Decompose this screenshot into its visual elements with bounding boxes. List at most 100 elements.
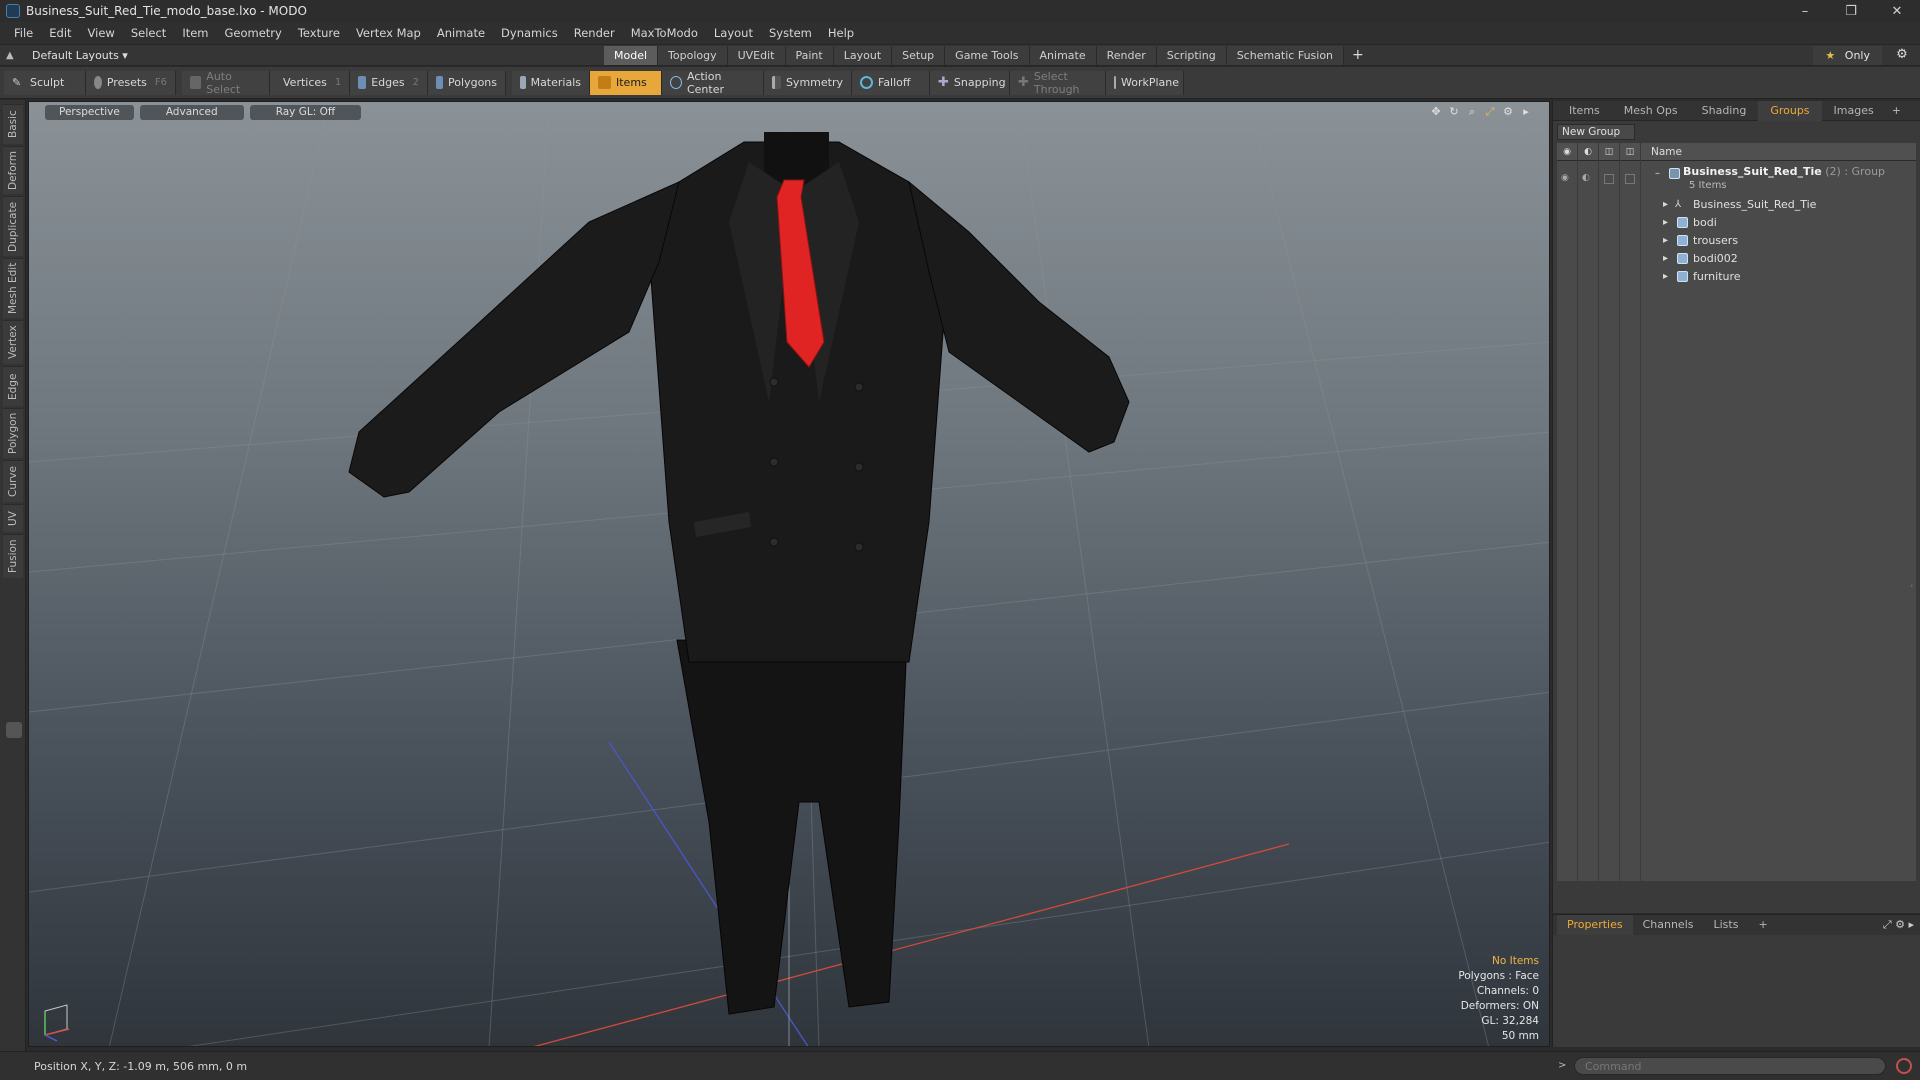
vtab-mesh-edit[interactable]: Mesh Edit (3, 258, 23, 318)
workplane-button[interactable]: WorkPlane (1106, 70, 1184, 95)
menu-select[interactable]: Select (123, 22, 174, 44)
polygons-button[interactable]: Polygons (428, 70, 506, 95)
tab-scripting[interactable]: Scripting (1156, 46, 1227, 65)
expand-toggle[interactable] (6, 722, 22, 738)
rotate-icon[interactable]: ↻ (1445, 105, 1463, 121)
command-stop-icon[interactable] (1896, 1058, 1912, 1074)
menu-texture[interactable]: Texture (290, 22, 348, 44)
position-readout: Position X, Y, Z: -1.09 m, 506 mm, 0 m (34, 1059, 248, 1073)
tab-groups[interactable]: Groups (1758, 100, 1822, 121)
tab-render[interactable]: Render (1096, 46, 1157, 65)
tab-channels[interactable]: Channels (1633, 915, 1704, 935)
symmetry-button[interactable]: Symmetry (764, 70, 852, 95)
tab-shading[interactable]: Shading (1690, 101, 1759, 121)
fit-icon[interactable]: ⤢ (1481, 105, 1499, 121)
view-type-button[interactable]: Perspective (45, 105, 134, 120)
vtab-fusion[interactable]: Fusion (3, 534, 23, 578)
auto-select-button[interactable]: Auto Select (182, 70, 270, 96)
list-item[interactable]: ▸ bodi (1557, 213, 1916, 231)
pan-icon[interactable]: ✥ (1427, 105, 1445, 121)
select-col-icon[interactable]: ◫ (1620, 142, 1641, 161)
lock-col-icon[interactable]: ◫ (1599, 142, 1620, 161)
tab-schematic-fusion[interactable]: Schematic Fusion (1226, 46, 1345, 65)
add-properties-tab-button[interactable]: + (1748, 915, 1777, 935)
list-item[interactable]: ▸ furniture (1557, 267, 1916, 285)
menu-render[interactable]: Render (566, 22, 623, 44)
3d-viewport[interactable]: Perspective Advanced Ray GL: Off ✥ ↻ ⌕ ⤢… (28, 101, 1550, 1047)
menu-item[interactable]: Item (174, 22, 216, 44)
menu-layout[interactable]: Layout (706, 22, 761, 44)
new-group-button[interactable]: New Group (1557, 124, 1635, 140)
only-toggle[interactable]: ★ Only (1813, 46, 1882, 65)
edges-button[interactable]: Edges 2 (350, 70, 428, 95)
close-button[interactable]: ✕ (1874, 0, 1920, 22)
viewport-menu-icon[interactable]: ▸ (1517, 105, 1535, 121)
presets-button[interactable]: Presets F6 (86, 70, 176, 95)
gear-icon[interactable]: ⚙ (1894, 47, 1910, 63)
sculpt-button[interactable]: ✎ Sculpt (4, 70, 86, 95)
add-tab-button[interactable]: + (1344, 46, 1372, 65)
tab-items[interactable]: Items (1557, 101, 1612, 121)
vtab-basic[interactable]: Basic (3, 104, 23, 144)
add-panel-tab-button[interactable]: + (1886, 101, 1907, 121)
viewport-gear-icon[interactable]: ⚙ (1499, 105, 1517, 121)
raygl-button[interactable]: Ray GL: Off (249, 105, 362, 120)
visibility-col-icon[interactable]: ◉ (1557, 142, 1578, 161)
tab-uvedit[interactable]: UVEdit (727, 46, 786, 65)
zoom-icon[interactable]: ⌕ (1463, 105, 1481, 121)
menu-animate[interactable]: Animate (429, 22, 493, 44)
render-col-icon[interactable]: ◐ (1578, 142, 1599, 161)
tab-animate[interactable]: Animate (1029, 46, 1097, 65)
vtab-vertex[interactable]: Vertex (3, 320, 23, 364)
falloff-button[interactable]: Falloff (852, 70, 930, 95)
menu-system[interactable]: System (761, 22, 820, 44)
tab-paint[interactable]: Paint (785, 46, 834, 65)
tab-mesh-ops[interactable]: Mesh Ops (1612, 101, 1690, 121)
vtab-curve[interactable]: Curve (3, 460, 23, 502)
snapping-button[interactable]: ✚ Snapping (930, 70, 1010, 95)
list-item[interactable]: ▸ ⅄ Business_Suit_Red_Tie (1557, 195, 1916, 213)
tab-properties[interactable]: Properties (1557, 915, 1633, 935)
command-history-icon[interactable]: > (1558, 1060, 1566, 1071)
list-item[interactable]: ▸ trousers (1557, 231, 1916, 249)
menu-maxtomodo[interactable]: MaxToModo (623, 22, 706, 44)
vtab-deform[interactable]: Deform (3, 146, 23, 194)
vtab-polygon[interactable]: Polygon (3, 408, 23, 458)
action-center-button[interactable]: Action Center (662, 70, 764, 96)
list-item[interactable]: ▸ bodi002 (1557, 249, 1916, 267)
advanced-button[interactable]: Advanced (139, 105, 244, 120)
scrollbar-handle[interactable]: ‹ (1910, 581, 1914, 590)
menu-dynamics[interactable]: Dynamics (493, 22, 566, 44)
tab-setup[interactable]: Setup (892, 46, 946, 65)
vtab-edge[interactable]: Edge (3, 366, 23, 406)
materials-button[interactable]: Materials (512, 70, 590, 95)
menu-geometry[interactable]: Geometry (217, 22, 290, 44)
select-checkbox[interactable] (1625, 174, 1635, 184)
menu-help[interactable]: Help (820, 22, 862, 44)
collapse-icon[interactable]: – (1655, 168, 1660, 179)
select-through-button[interactable]: ✚ Select Through (1010, 70, 1106, 96)
menu-file[interactable]: File (6, 22, 41, 44)
command-input[interactable] (1574, 1057, 1886, 1075)
maximize-button[interactable]: ❐ (1828, 0, 1874, 22)
render-icon[interactable]: ◐ (1582, 173, 1590, 183)
eye-icon[interactable]: ◉ (1561, 173, 1569, 183)
tab-lists[interactable]: Lists (1704, 915, 1749, 935)
tab-topology[interactable]: Topology (658, 46, 728, 65)
menu-edit[interactable]: Edit (41, 22, 79, 44)
tab-images[interactable]: Images (1822, 101, 1886, 121)
lock-checkbox[interactable] (1604, 174, 1614, 184)
vertices-button[interactable]: Vertices 1 (270, 70, 350, 95)
tab-layout[interactable]: Layout (833, 46, 893, 65)
group-row[interactable]: ◉ ◐ – Business_Suit_Red_Tie (2) : Group … (1557, 165, 1916, 193)
tab-model[interactable]: Model (604, 46, 659, 65)
menu-view[interactable]: View (80, 22, 123, 44)
minimize-button[interactable]: – (1782, 0, 1828, 22)
vtab-uv[interactable]: UV (3, 504, 23, 532)
items-button[interactable]: Items (590, 70, 662, 95)
tab-game-tools[interactable]: Game Tools (945, 46, 1030, 65)
vtab-duplicate[interactable]: Duplicate (3, 196, 23, 256)
properties-gear-icon[interactable]: ⤢ ⚙ ▸ (1883, 918, 1914, 932)
layout-selector[interactable]: ▲ Default Layouts ▾ (6, 45, 128, 65)
menu-vertex-map[interactable]: Vertex Map (348, 22, 429, 44)
